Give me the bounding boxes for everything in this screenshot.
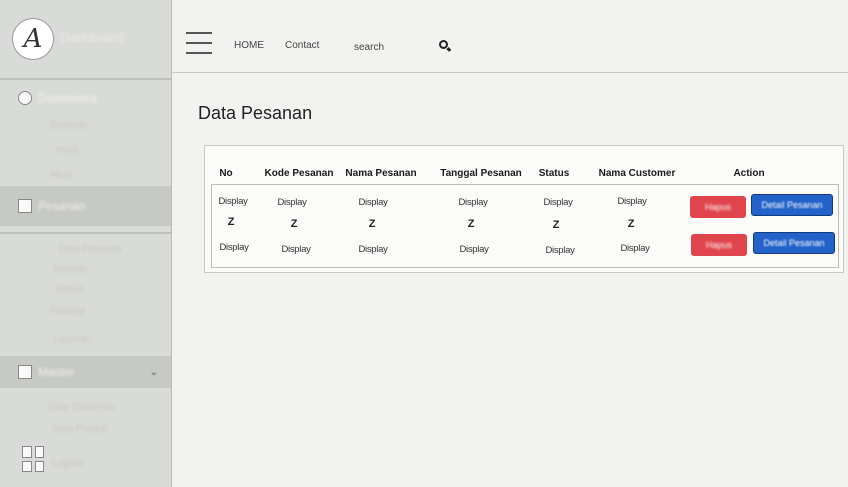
file-icon [18, 199, 32, 213]
cell-separator: Z [290, 218, 298, 230]
search-input[interactable]: search [354, 42, 384, 53]
sidebar-subitem[interactable]: Akun [50, 170, 73, 181]
logo: A [12, 18, 54, 60]
cell-tanggal: Display [459, 244, 489, 255]
cell-customer: Display [620, 243, 650, 254]
cell-kode: Display [277, 197, 307, 208]
sidebar-subitem[interactable]: Data Produk [52, 424, 108, 435]
brand-name: Dashboard [60, 30, 124, 45]
home-icon [18, 91, 32, 105]
detail-button[interactable]: Detail Pesanan [751, 194, 833, 216]
cell-no: Display [218, 196, 248, 207]
cell-tanggal: Display [458, 197, 488, 208]
top-navbar: HOME Contact search [172, 22, 848, 73]
nav-home-link[interactable]: HOME [234, 40, 264, 51]
sidebar-subitem[interactable]: Tambah [52, 264, 88, 275]
search-icon[interactable] [439, 40, 448, 49]
cell-separator: Z [552, 219, 560, 231]
folder-icon [18, 365, 32, 379]
sidebar-item-master[interactable]: Master ⌄ [18, 362, 158, 382]
col-header-action: Action [733, 168, 765, 179]
cell-nama: Display [358, 244, 388, 255]
sidebar-subitem[interactable]: Status [56, 284, 84, 295]
detail-button[interactable]: Detail Pesanan [753, 232, 835, 254]
delete-button[interactable]: Hapus [690, 196, 746, 218]
cell-kode: Display [281, 244, 311, 255]
cell-separator: Z [627, 218, 635, 230]
col-header-kode: Kode Pesanan [264, 168, 334, 179]
col-header-customer: Nama Customer [598, 168, 676, 179]
menu-icon[interactable] [186, 32, 212, 54]
orders-table: No Kode Pesanan Nama Pesanan Tanggal Pes… [204, 145, 844, 273]
cell-nama: Display [358, 197, 388, 208]
sidebar-subitem[interactable]: Laporan [54, 334, 91, 345]
sidebar: A Dashboard Dashboard Beranda Profil Aku… [0, 0, 172, 487]
nav-contact-link[interactable]: Contact [285, 40, 319, 51]
delete-button[interactable]: Hapus [691, 234, 747, 256]
sidebar-divider [0, 232, 171, 234]
logout-link[interactable]: Logout [52, 458, 83, 469]
grid-icon[interactable] [22, 446, 44, 472]
sidebar-subitem[interactable]: Data Customer [48, 402, 115, 413]
sidebar-subitem[interactable]: Riwayat [50, 306, 86, 317]
sidebar-subitem[interactable]: Profil [56, 146, 79, 157]
col-header-tanggal: Tanggal Pesanan [440, 168, 522, 179]
cell-status: Display [543, 197, 573, 208]
sidebar-subitem[interactable]: Data Pesanan [58, 244, 121, 255]
col-header-no: No [219, 168, 233, 179]
cell-customer: Display [617, 196, 647, 207]
cell-no: Display [219, 242, 249, 253]
page-title: Data Pesanan [198, 103, 313, 123]
sidebar-item-pesanan[interactable]: Pesanan [18, 196, 158, 216]
cell-separator: Z [368, 218, 376, 230]
sidebar-subitem[interactable]: Beranda [50, 120, 88, 131]
cell-status: Display [545, 245, 575, 256]
col-header-nama-pesanan: Nama Pesanan [345, 168, 417, 179]
sidebar-divider [0, 78, 171, 80]
col-header-status: Status [538, 168, 570, 179]
sidebar-item-dashboard[interactable]: Dashboard [18, 88, 158, 108]
chevron-down-icon: ⌄ [149, 366, 158, 378]
cell-separator: Z [227, 216, 235, 228]
cell-separator: Z [467, 218, 475, 230]
